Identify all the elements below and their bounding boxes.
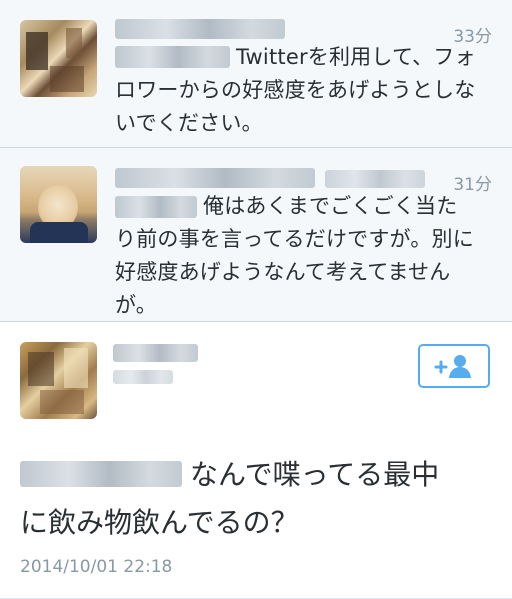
redacted-username	[115, 19, 285, 39]
redacted-handle	[113, 370, 173, 384]
tweet-text-line: Twitterを利用して、フォ	[236, 45, 476, 69]
tweet-text-line: なんで喋ってる最中	[190, 458, 440, 491]
redacted-display-name	[113, 344, 198, 362]
avatar[interactable]	[20, 342, 97, 419]
redacted-handle	[325, 170, 425, 188]
tweet-text-line: に飲み物飲んでるの？	[20, 506, 299, 539]
tweet-text-line: 俺はあくまでごくごく当た	[203, 194, 458, 218]
reply-tweet[interactable]: 33分 Twitterを利用して、フォ ロワーからの好感度をあげようとしな いで…	[0, 0, 512, 148]
add-user-icon	[434, 355, 471, 378]
tweet-text-line: いでください。	[115, 111, 263, 135]
tweet-text-line: 好感度あげようなんて考えてません	[115, 260, 451, 284]
avatar[interactable]	[20, 166, 97, 243]
reply-tweet[interactable]: 31分 俺はあくまでごくごく当た り前の事を言ってるだけですが。別に 好感度あげ…	[0, 148, 512, 322]
tweet-text-line: り前の事を言ってるだけですが。別に	[115, 227, 474, 251]
redacted-username	[115, 168, 315, 188]
follow-button[interactable]	[418, 344, 490, 388]
avatar[interactable]	[20, 20, 97, 97]
tweet-text-line: が。	[115, 293, 157, 317]
tweet-timestamp: 2014/10/01 22:18	[20, 557, 173, 577]
main-tweet: なんで喋ってる最中 に飲み物飲んでるの？ 2014/10/01 22:18	[0, 322, 512, 599]
tweet-text-line: ロワーからの好感度をあげようとしな	[115, 78, 476, 102]
